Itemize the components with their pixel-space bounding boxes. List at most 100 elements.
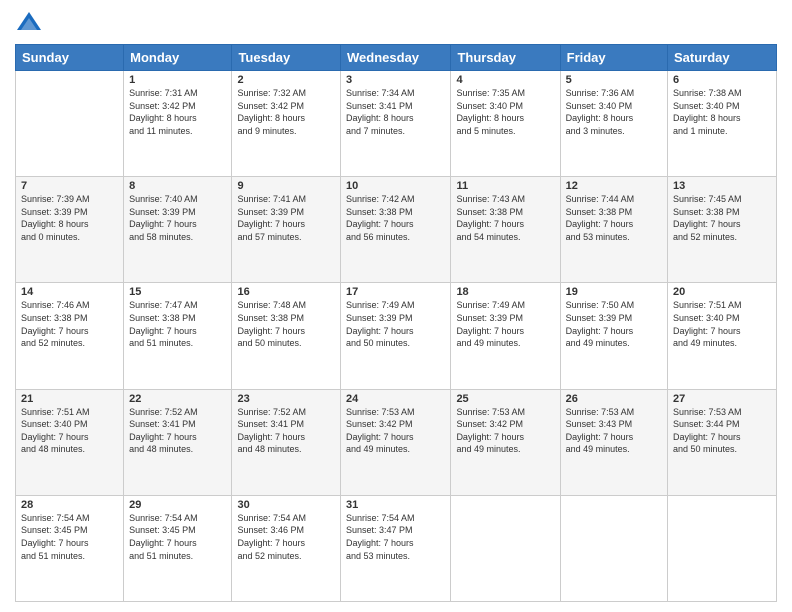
logo xyxy=(15,10,47,38)
day-info: Sunrise: 7:38 AM Sunset: 3:40 PM Dayligh… xyxy=(673,87,771,137)
day-number: 20 xyxy=(673,286,771,298)
day-info: Sunrise: 7:51 AM Sunset: 3:40 PM Dayligh… xyxy=(21,406,118,456)
calendar-week-row: 14Sunrise: 7:46 AM Sunset: 3:38 PM Dayli… xyxy=(16,283,777,389)
day-number: 23 xyxy=(237,393,335,405)
day-info: Sunrise: 7:40 AM Sunset: 3:39 PM Dayligh… xyxy=(129,193,226,243)
day-info: Sunrise: 7:39 AM Sunset: 3:39 PM Dayligh… xyxy=(21,193,118,243)
day-number: 25 xyxy=(456,393,554,405)
calendar-day-cell: 9Sunrise: 7:41 AM Sunset: 3:39 PM Daylig… xyxy=(232,177,341,283)
calendar-day-cell: 7Sunrise: 7:39 AM Sunset: 3:39 PM Daylig… xyxy=(16,177,124,283)
day-number: 1 xyxy=(129,74,226,86)
day-number: 14 xyxy=(21,286,118,298)
day-info: Sunrise: 7:44 AM Sunset: 3:38 PM Dayligh… xyxy=(566,193,662,243)
day-header: Monday xyxy=(124,45,232,71)
calendar-day-cell: 5Sunrise: 7:36 AM Sunset: 3:40 PM Daylig… xyxy=(560,71,667,177)
calendar-day-cell: 28Sunrise: 7:54 AM Sunset: 3:45 PM Dayli… xyxy=(16,495,124,601)
day-number: 7 xyxy=(21,180,118,192)
day-number: 11 xyxy=(456,180,554,192)
calendar-day-cell: 11Sunrise: 7:43 AM Sunset: 3:38 PM Dayli… xyxy=(451,177,560,283)
day-info: Sunrise: 7:54 AM Sunset: 3:47 PM Dayligh… xyxy=(346,512,445,562)
header xyxy=(15,10,777,38)
day-number: 2 xyxy=(237,74,335,86)
day-number: 28 xyxy=(21,499,118,511)
day-number: 6 xyxy=(673,74,771,86)
day-info: Sunrise: 7:52 AM Sunset: 3:41 PM Dayligh… xyxy=(237,406,335,456)
day-info: Sunrise: 7:34 AM Sunset: 3:41 PM Dayligh… xyxy=(346,87,445,137)
day-info: Sunrise: 7:47 AM Sunset: 3:38 PM Dayligh… xyxy=(129,299,226,349)
day-info: Sunrise: 7:53 AM Sunset: 3:43 PM Dayligh… xyxy=(566,406,662,456)
day-number: 10 xyxy=(346,180,445,192)
day-info: Sunrise: 7:52 AM Sunset: 3:41 PM Dayligh… xyxy=(129,406,226,456)
calendar-day-cell: 13Sunrise: 7:45 AM Sunset: 3:38 PM Dayli… xyxy=(668,177,777,283)
day-info: Sunrise: 7:45 AM Sunset: 3:38 PM Dayligh… xyxy=(673,193,771,243)
day-number: 5 xyxy=(566,74,662,86)
day-number: 15 xyxy=(129,286,226,298)
calendar-week-row: 7Sunrise: 7:39 AM Sunset: 3:39 PM Daylig… xyxy=(16,177,777,283)
day-number: 24 xyxy=(346,393,445,405)
day-number: 27 xyxy=(673,393,771,405)
calendar-day-cell: 4Sunrise: 7:35 AM Sunset: 3:40 PM Daylig… xyxy=(451,71,560,177)
calendar-day-cell: 24Sunrise: 7:53 AM Sunset: 3:42 PM Dayli… xyxy=(341,389,451,495)
day-info: Sunrise: 7:48 AM Sunset: 3:38 PM Dayligh… xyxy=(237,299,335,349)
day-info: Sunrise: 7:42 AM Sunset: 3:38 PM Dayligh… xyxy=(346,193,445,243)
calendar-week-row: 1Sunrise: 7:31 AM Sunset: 3:42 PM Daylig… xyxy=(16,71,777,177)
day-number: 16 xyxy=(237,286,335,298)
day-number: 9 xyxy=(237,180,335,192)
page: SundayMondayTuesdayWednesdayThursdayFrid… xyxy=(0,0,792,612)
day-info: Sunrise: 7:54 AM Sunset: 3:46 PM Dayligh… xyxy=(237,512,335,562)
day-info: Sunrise: 7:53 AM Sunset: 3:42 PM Dayligh… xyxy=(346,406,445,456)
day-header: Sunday xyxy=(16,45,124,71)
day-number: 29 xyxy=(129,499,226,511)
day-number: 13 xyxy=(673,180,771,192)
day-info: Sunrise: 7:43 AM Sunset: 3:38 PM Dayligh… xyxy=(456,193,554,243)
day-number: 26 xyxy=(566,393,662,405)
day-number: 21 xyxy=(21,393,118,405)
day-info: Sunrise: 7:50 AM Sunset: 3:39 PM Dayligh… xyxy=(566,299,662,349)
calendar-day-cell: 10Sunrise: 7:42 AM Sunset: 3:38 PM Dayli… xyxy=(341,177,451,283)
calendar-day-cell: 27Sunrise: 7:53 AM Sunset: 3:44 PM Dayli… xyxy=(668,389,777,495)
day-info: Sunrise: 7:54 AM Sunset: 3:45 PM Dayligh… xyxy=(129,512,226,562)
day-info: Sunrise: 7:49 AM Sunset: 3:39 PM Dayligh… xyxy=(346,299,445,349)
calendar-day-cell: 22Sunrise: 7:52 AM Sunset: 3:41 PM Dayli… xyxy=(124,389,232,495)
day-info: Sunrise: 7:31 AM Sunset: 3:42 PM Dayligh… xyxy=(129,87,226,137)
day-info: Sunrise: 7:32 AM Sunset: 3:42 PM Dayligh… xyxy=(237,87,335,137)
day-number: 19 xyxy=(566,286,662,298)
calendar-day-cell: 31Sunrise: 7:54 AM Sunset: 3:47 PM Dayli… xyxy=(341,495,451,601)
calendar-day-cell: 12Sunrise: 7:44 AM Sunset: 3:38 PM Dayli… xyxy=(560,177,667,283)
logo-icon xyxy=(15,10,43,38)
day-number: 8 xyxy=(129,180,226,192)
day-info: Sunrise: 7:51 AM Sunset: 3:40 PM Dayligh… xyxy=(673,299,771,349)
day-header: Friday xyxy=(560,45,667,71)
calendar-day-cell: 26Sunrise: 7:53 AM Sunset: 3:43 PM Dayli… xyxy=(560,389,667,495)
calendar-day-cell xyxy=(668,495,777,601)
calendar-day-cell xyxy=(16,71,124,177)
calendar-day-cell: 20Sunrise: 7:51 AM Sunset: 3:40 PM Dayli… xyxy=(668,283,777,389)
day-info: Sunrise: 7:53 AM Sunset: 3:44 PM Dayligh… xyxy=(673,406,771,456)
calendar-week-row: 28Sunrise: 7:54 AM Sunset: 3:45 PM Dayli… xyxy=(16,495,777,601)
day-info: Sunrise: 7:36 AM Sunset: 3:40 PM Dayligh… xyxy=(566,87,662,137)
calendar-week-row: 21Sunrise: 7:51 AM Sunset: 3:40 PM Dayli… xyxy=(16,389,777,495)
calendar-day-cell: 8Sunrise: 7:40 AM Sunset: 3:39 PM Daylig… xyxy=(124,177,232,283)
calendar-day-cell: 18Sunrise: 7:49 AM Sunset: 3:39 PM Dayli… xyxy=(451,283,560,389)
day-number: 18 xyxy=(456,286,554,298)
day-header: Wednesday xyxy=(341,45,451,71)
day-info: Sunrise: 7:54 AM Sunset: 3:45 PM Dayligh… xyxy=(21,512,118,562)
day-info: Sunrise: 7:53 AM Sunset: 3:42 PM Dayligh… xyxy=(456,406,554,456)
day-number: 12 xyxy=(566,180,662,192)
day-header: Saturday xyxy=(668,45,777,71)
day-info: Sunrise: 7:35 AM Sunset: 3:40 PM Dayligh… xyxy=(456,87,554,137)
calendar-header-row: SundayMondayTuesdayWednesdayThursdayFrid… xyxy=(16,45,777,71)
calendar-day-cell: 16Sunrise: 7:48 AM Sunset: 3:38 PM Dayli… xyxy=(232,283,341,389)
day-header: Thursday xyxy=(451,45,560,71)
day-number: 3 xyxy=(346,74,445,86)
day-number: 4 xyxy=(456,74,554,86)
calendar-day-cell: 2Sunrise: 7:32 AM Sunset: 3:42 PM Daylig… xyxy=(232,71,341,177)
day-number: 22 xyxy=(129,393,226,405)
calendar-day-cell: 17Sunrise: 7:49 AM Sunset: 3:39 PM Dayli… xyxy=(341,283,451,389)
calendar-day-cell: 19Sunrise: 7:50 AM Sunset: 3:39 PM Dayli… xyxy=(560,283,667,389)
calendar-day-cell: 29Sunrise: 7:54 AM Sunset: 3:45 PM Dayli… xyxy=(124,495,232,601)
day-number: 30 xyxy=(237,499,335,511)
day-number: 17 xyxy=(346,286,445,298)
calendar-day-cell: 6Sunrise: 7:38 AM Sunset: 3:40 PM Daylig… xyxy=(668,71,777,177)
calendar: SundayMondayTuesdayWednesdayThursdayFrid… xyxy=(15,44,777,602)
